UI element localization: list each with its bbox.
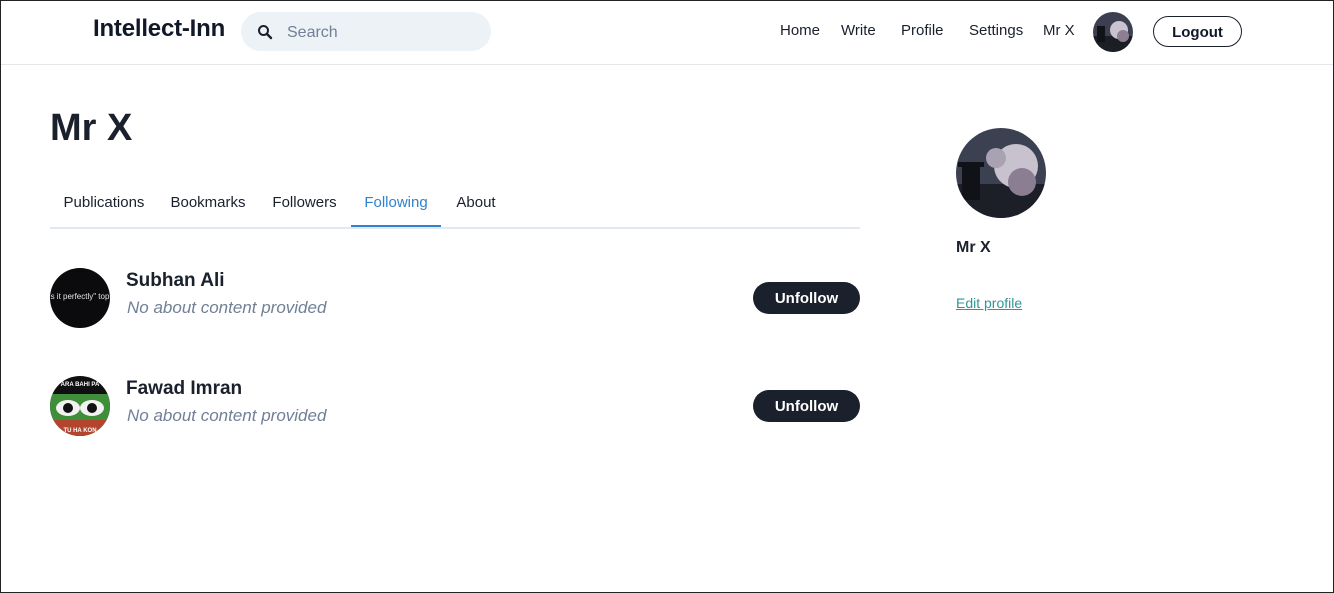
avatar-image (956, 128, 1046, 218)
nav-settings[interactable]: Settings (969, 22, 1023, 39)
logout-button[interactable]: Logout (1153, 16, 1242, 47)
tab-following[interactable]: Following (351, 181, 441, 227)
avatar-image (1093, 12, 1133, 52)
page-title: Mr X (50, 107, 133, 149)
avatar-image: ARA BAHI PA TU HA KON (50, 376, 110, 436)
top-navbar: Intellect-Inn Home Write Profile Setting… (1, 1, 1333, 65)
avatar-caption-top: ARA BAHI PA (61, 382, 100, 388)
avatar[interactable]: s it perfectly" top (50, 268, 110, 328)
profile-name: Mr X (956, 239, 991, 256)
tab-followers[interactable]: Followers (258, 181, 351, 225)
brand-logo[interactable]: Intellect-Inn (93, 15, 225, 43)
tab-about[interactable]: About (441, 181, 511, 225)
avatar-image: s it perfectly" top (50, 268, 110, 328)
profile-tabs: Publications Bookmarks Followers Followi… (50, 181, 860, 229)
follow-name[interactable]: Subhan Ali (126, 270, 225, 292)
nav-home[interactable]: Home (780, 22, 820, 39)
user-avatar[interactable] (1093, 12, 1133, 52)
tab-bookmarks[interactable]: Bookmarks (158, 181, 258, 225)
list-item: ARA BAHI PA TU HA KON Fawad Imran No abo… (50, 376, 860, 436)
nav-write[interactable]: Write (841, 22, 876, 39)
search-bar[interactable] (241, 12, 491, 53)
follow-about: No about content provided (127, 298, 327, 317)
avatar-caption-bottom: TU HA KON (63, 428, 96, 434)
search-icon (258, 25, 273, 40)
unfollow-button[interactable]: Unfollow (753, 282, 860, 314)
list-item: s it perfectly" top Subhan Ali No about … (50, 268, 860, 328)
edit-profile-link[interactable]: Edit profile (956, 295, 1022, 311)
nav-username[interactable]: Mr X (1043, 22, 1075, 39)
avatar-caption: s it perfectly" top (51, 292, 110, 301)
tab-publications[interactable]: Publications (50, 181, 158, 225)
follow-about: No about content provided (127, 406, 327, 425)
profile-avatar (956, 128, 1046, 218)
unfollow-button[interactable]: Unfollow (753, 390, 860, 422)
nav-profile[interactable]: Profile (901, 22, 944, 39)
follow-name[interactable]: Fawad Imran (126, 378, 242, 400)
search-input[interactable] (285, 12, 479, 53)
avatar[interactable]: ARA BAHI PA TU HA KON (50, 376, 110, 436)
